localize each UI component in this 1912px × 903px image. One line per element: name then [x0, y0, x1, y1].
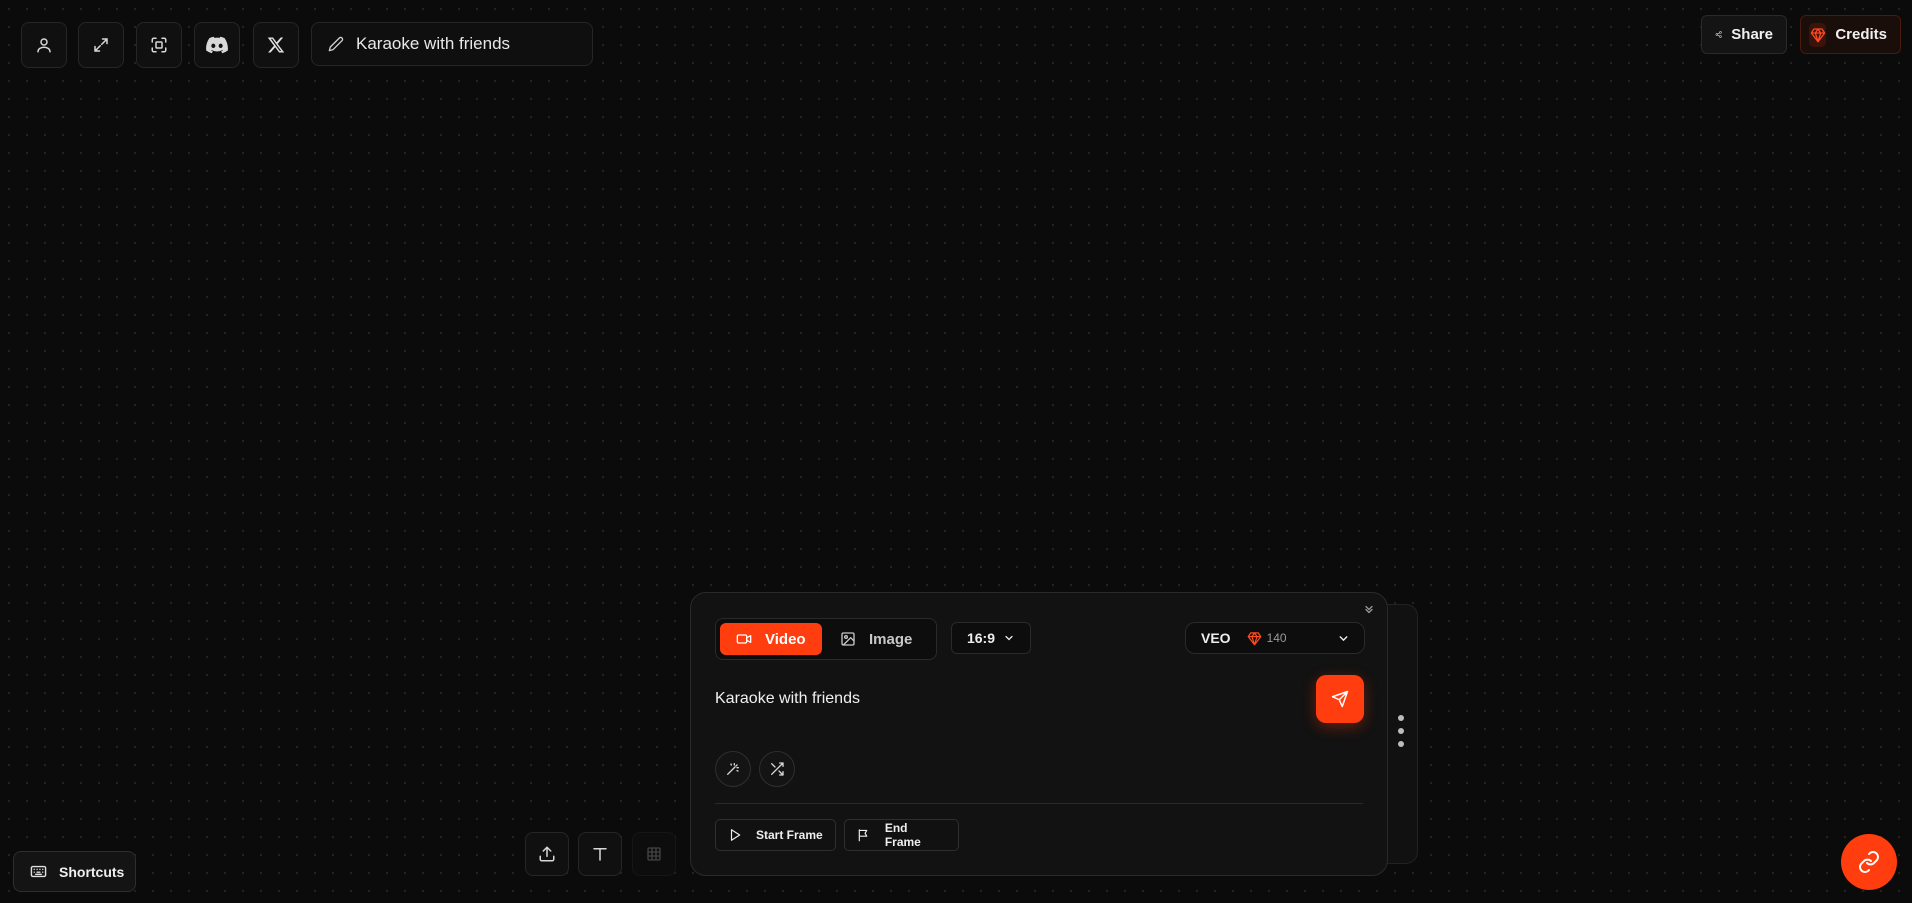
end-frame-label: End Frame	[884, 821, 921, 849]
send-icon	[1331, 690, 1349, 708]
fullscreen-button[interactable]	[78, 22, 124, 68]
credits-button[interactable]: Credits	[1800, 15, 1901, 54]
discord-button[interactable]	[194, 22, 240, 68]
connect-fab-button[interactable]	[1841, 834, 1897, 890]
share-label: Share	[1731, 26, 1773, 43]
model-select[interactable]: VEO 140	[1185, 622, 1365, 654]
shuffle-icon	[771, 762, 784, 776]
shortcuts-label: Shortcuts	[59, 863, 125, 880]
link-icon	[1859, 851, 1879, 873]
credits-badge	[1809, 22, 1827, 47]
enhance-prompt-button[interactable]	[715, 751, 751, 787]
start-frame-button[interactable]: Start Frame	[715, 819, 836, 851]
mode-video-label: Video	[765, 630, 806, 648]
gem-icon	[1810, 27, 1825, 42]
add-text-button[interactable]	[578, 832, 622, 876]
play-icon	[730, 829, 741, 841]
flag-icon	[858, 829, 868, 842]
model-name: VEO	[1201, 630, 1231, 646]
randomize-button[interactable]	[759, 751, 795, 787]
upload-button[interactable]	[525, 832, 569, 876]
discord-icon	[206, 36, 228, 54]
share-button[interactable]: Share	[1701, 15, 1787, 54]
video-icon	[736, 634, 752, 644]
mode-image-button[interactable]: Image	[828, 623, 928, 655]
upload-icon	[539, 846, 555, 862]
grid-icon	[647, 847, 661, 861]
prompt-input[interactable]: Karaoke with friends	[715, 690, 860, 708]
pencil-icon	[328, 36, 344, 52]
start-frame-label: Start Frame	[756, 828, 823, 842]
gem-icon	[1247, 631, 1261, 645]
magic-wand-icon	[727, 763, 739, 775]
model-credits-value: 140	[1266, 631, 1287, 645]
composer-panel: Video Image 16:9 VEO 140 Karaoke with fr…	[690, 592, 1388, 876]
keyboard-icon	[30, 865, 47, 878]
more-options-icon[interactable]	[1398, 715, 1404, 747]
aspect-ratio-select[interactable]: 16:9	[951, 622, 1031, 654]
divider	[715, 803, 1363, 804]
focus-icon	[151, 37, 167, 53]
mode-toggle: Video Image	[715, 618, 937, 660]
chevron-down-icon	[1005, 635, 1013, 641]
profile-button[interactable]	[21, 22, 67, 68]
user-icon	[37, 38, 51, 53]
model-credits: 140	[1247, 631, 1287, 646]
chevrons-down-icon	[1365, 605, 1373, 614]
shortcuts-button[interactable]: Shortcuts	[13, 851, 136, 892]
project-title-text: Karaoke with friends	[356, 34, 511, 53]
aspect-ratio-value: 16:9	[966, 630, 996, 646]
text-icon	[593, 848, 607, 861]
grid-button[interactable]	[632, 832, 676, 876]
collapse-button[interactable]	[1363, 603, 1375, 615]
fit-view-button[interactable]	[136, 22, 182, 68]
project-title-field[interactable]: Karaoke with friends	[311, 22, 593, 66]
send-button[interactable]	[1316, 675, 1364, 723]
image-icon	[841, 632, 855, 646]
chevron-down-icon	[1339, 636, 1348, 642]
end-frame-button[interactable]: End Frame	[844, 819, 959, 851]
x-logo-icon	[267, 37, 285, 53]
expand-icon	[94, 38, 108, 52]
x-social-button[interactable]	[253, 22, 299, 68]
model-chevron	[1337, 632, 1350, 645]
share-icon	[1715, 31, 1722, 38]
mode-image-label: Image	[869, 630, 913, 648]
credits-label: Credits	[1835, 26, 1887, 43]
mode-video-button[interactable]: Video	[720, 623, 822, 655]
